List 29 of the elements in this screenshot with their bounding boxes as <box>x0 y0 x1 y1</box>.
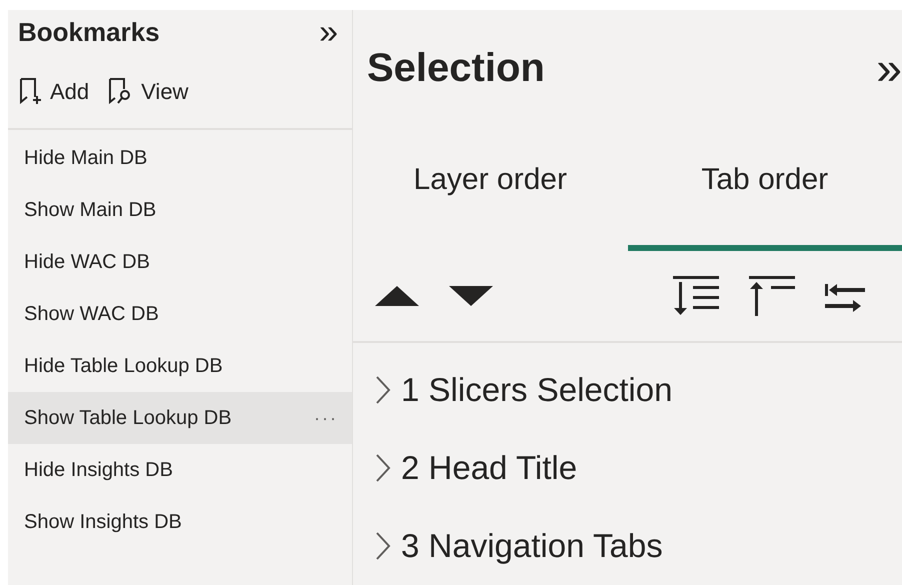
bookmark-label: Hide Insights DB <box>24 458 173 483</box>
layer-item[interactable]: 2 Head Title <box>401 443 578 493</box>
tab[interactable]: Tab order <box>628 125 902 251</box>
move-up-icon[interactable] <box>375 284 419 308</box>
bookmark-label: Show WAC DB <box>24 302 159 327</box>
bookmark-label: Hide Table Lookup DB <box>24 354 223 379</box>
bookmark-label: Show Insights DB <box>24 510 182 535</box>
pane-title: Selection <box>367 44 545 92</box>
bookmark-item[interactable]: Show Table Lookup DB ··· <box>8 392 352 444</box>
view-button[interactable]: View <box>107 74 188 108</box>
collapse-button[interactable]: » <box>876 44 902 91</box>
bookmark-label: Show Table Lookup DB <box>24 406 232 431</box>
collapse-button[interactable]: » <box>319 15 338 49</box>
move-down-icon[interactable] <box>449 284 493 308</box>
layer-item[interactable]: 1 Slicers Selection <box>401 365 672 415</box>
move-to-top-icon[interactable] <box>749 276 795 316</box>
chevron-right-icon[interactable] <box>375 375 391 406</box>
bookmark-add-icon <box>18 77 44 105</box>
more-button[interactable]: ··· <box>314 404 338 432</box>
add-button[interactable]: Add <box>18 74 90 108</box>
pane-title: Bookmarks <box>18 16 160 48</box>
bookmark-label: Hide WAC DB <box>24 250 150 275</box>
chevron-right-icon[interactable] <box>375 531 391 562</box>
bookmark-label: Hide Main DB <box>24 146 148 171</box>
tab-order-icon[interactable] <box>673 276 719 316</box>
chevron-right-icon[interactable] <box>375 453 391 484</box>
bookmark-label: Show Main DB <box>24 198 156 223</box>
layer-item[interactable]: 3 Navigation Tabs <box>401 521 663 571</box>
tab[interactable]: Layer order <box>353 125 628 251</box>
